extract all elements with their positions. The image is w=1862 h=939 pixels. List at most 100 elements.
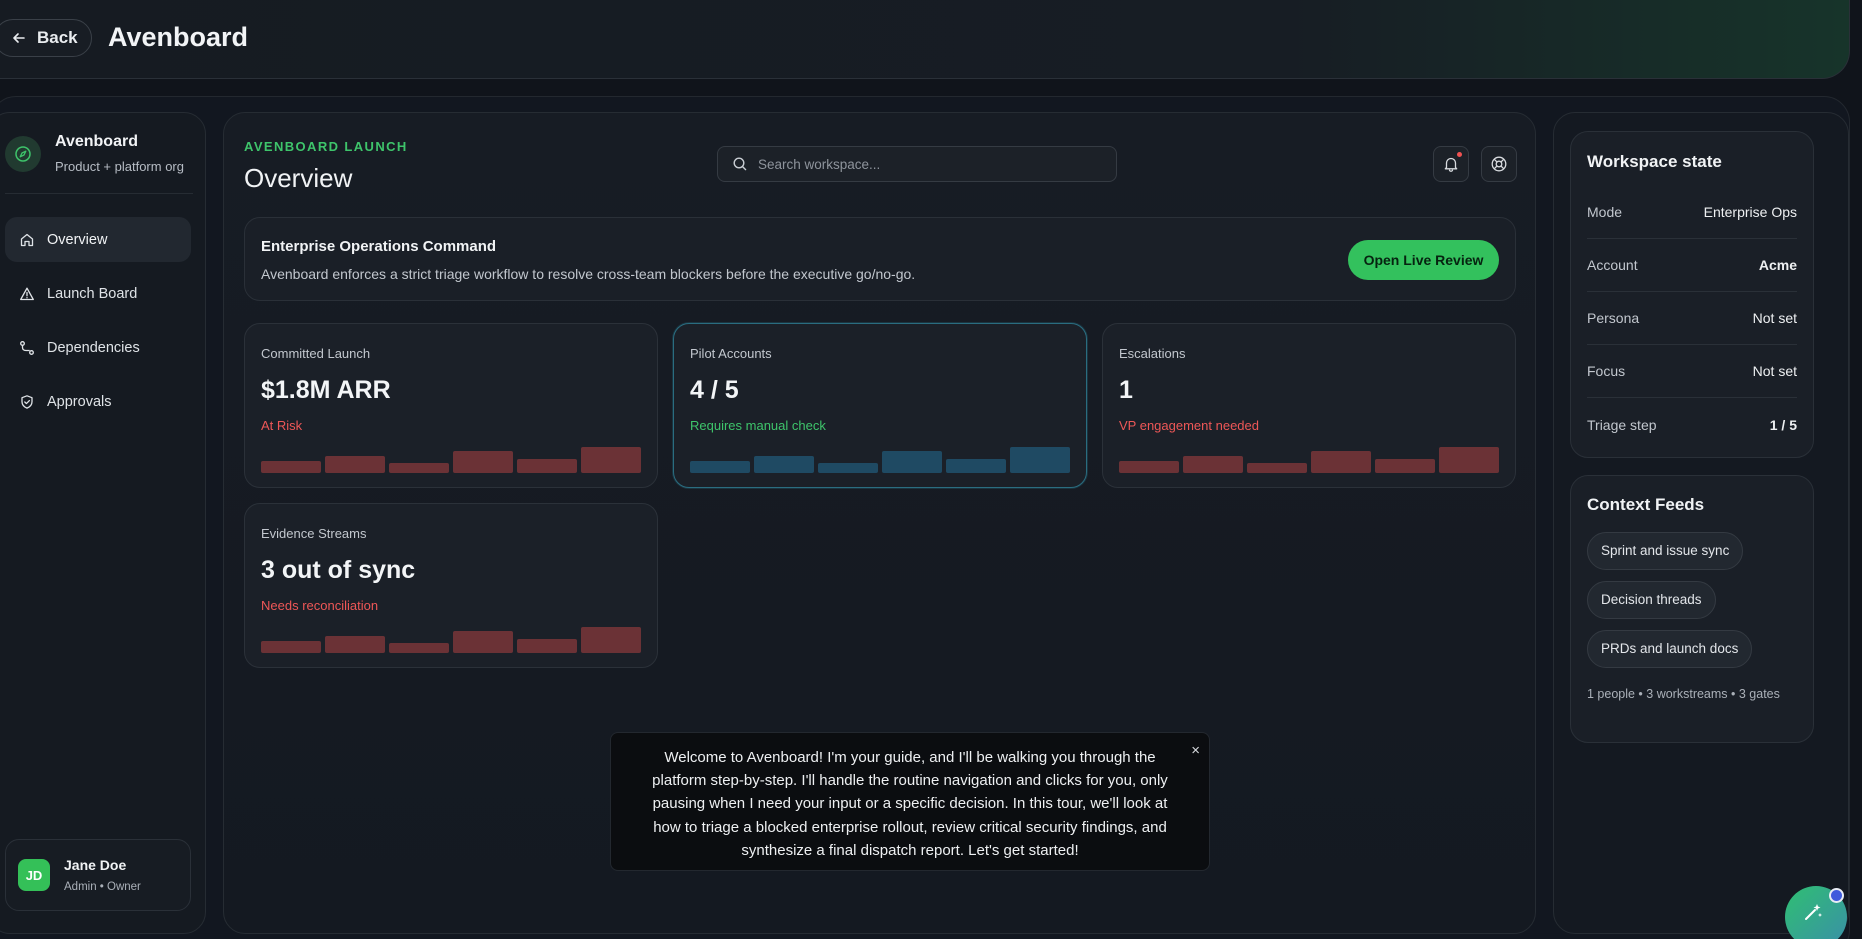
sidebar-item-overview[interactable]: Overview xyxy=(5,217,191,262)
card-value: $1.8M ARR xyxy=(261,376,391,404)
row-key: Triage step xyxy=(1587,416,1657,433)
context-feeds-title: Context Feeds xyxy=(1587,495,1705,514)
card-label: Pilot Accounts xyxy=(690,346,772,361)
sidebar-divider xyxy=(5,193,193,194)
row-key: Mode xyxy=(1587,204,1623,220)
back-button[interactable]: Back xyxy=(0,19,92,57)
command-banner: Enterprise Operations Command Avenboard … xyxy=(244,217,1516,301)
tooltip-text: Welcome to Avenboard! I'm your guide, an… xyxy=(652,749,1168,859)
user-card[interactable]: JD Jane Doe Admin • Owner xyxy=(5,839,191,911)
card-value: 1 xyxy=(1119,376,1133,404)
banner-title: Enterprise Operations Command xyxy=(261,238,497,255)
open-live-review-button[interactable]: Open Live Review xyxy=(1348,240,1499,280)
feed-chip[interactable]: Sprint and issue sync xyxy=(1587,532,1744,570)
sparkline-bar xyxy=(882,451,942,473)
metric-card-committed-launch[interactable]: Committed Launch $1.8M ARR At Risk xyxy=(244,323,658,488)
feed-chips: Sprint and issue sync Decision threads P… xyxy=(1587,532,1753,679)
sparkline xyxy=(261,447,641,473)
lifebuoy-icon xyxy=(1491,156,1507,172)
sidebar-item-label: Approvals xyxy=(47,393,112,410)
back-label: Back xyxy=(37,28,78,47)
sparkline-bar xyxy=(581,627,641,653)
card-label: Escalations xyxy=(1119,346,1186,361)
workspace-row-account: Account Acme xyxy=(1587,239,1797,292)
assistant-status-dot xyxy=(1829,888,1844,903)
user-role: Admin • Owner xyxy=(64,881,141,893)
sidebar-item-label: Dependencies xyxy=(47,339,140,356)
banner-description: Avenboard enforces a strict triage workf… xyxy=(261,266,916,282)
sparkle-wand-icon xyxy=(1805,904,1822,920)
org-switcher[interactable]: Avenboard Product + platform org xyxy=(5,133,184,174)
sparkline-bar xyxy=(517,458,577,473)
ai-assistant-button[interactable] xyxy=(1785,886,1847,939)
card-status: VP engagement needed xyxy=(1119,418,1259,433)
route-icon xyxy=(20,340,34,355)
sparkline-bar xyxy=(690,461,750,473)
sparkline-bar xyxy=(261,641,321,653)
sparkline-bar xyxy=(754,456,814,473)
sparkline-bar xyxy=(261,461,321,473)
page-eyebrow: AVENBOARD LAUNCH xyxy=(244,139,408,154)
workspace-state-title: Workspace state xyxy=(1587,152,1722,171)
row-value: Acme xyxy=(1758,257,1797,273)
sparkline-bar xyxy=(389,642,449,653)
card-value: 4 / 5 xyxy=(690,376,739,404)
sparkline-bar xyxy=(1375,458,1435,473)
sparkline-bar xyxy=(1183,456,1243,473)
sidebar-item-label: Launch Board xyxy=(47,285,138,302)
sparkline-bar xyxy=(1119,461,1179,473)
sparkline-bar xyxy=(946,458,1006,473)
sidebar-item-dependencies[interactable]: Dependencies xyxy=(5,325,191,370)
sparkline-bar xyxy=(581,447,641,473)
row-value: 1 / 5 xyxy=(1769,416,1797,433)
feeds-meta: 1 people • 3 workstreams • 3 gates xyxy=(1587,687,1780,701)
org-name: Avenboard xyxy=(55,133,138,150)
sidebar: Avenboard Product + platform org Overvie… xyxy=(0,112,206,934)
top-bar xyxy=(0,0,1850,79)
sparkline-bar xyxy=(818,462,878,473)
metric-card-evidence-streams[interactable]: Evidence Streams 3 out of sync Needs rec… xyxy=(244,503,658,668)
card-status: Requires manual check xyxy=(690,418,826,433)
shield-check-icon xyxy=(21,394,33,409)
search-input[interactable] xyxy=(758,156,1098,172)
row-key: Account xyxy=(1587,257,1638,273)
context-feeds-card: Context Feeds Sprint and issue sync Deci… xyxy=(1570,475,1814,743)
sparkline-bar xyxy=(1311,451,1371,473)
metric-card-pilot-accounts[interactable]: Pilot Accounts 4 / 5 Requires manual che… xyxy=(673,323,1087,488)
notification-dot xyxy=(1457,152,1462,157)
sidebar-item-launch-board[interactable]: Launch Board xyxy=(5,271,191,316)
avatar: JD xyxy=(18,859,50,891)
sidebar-nav: Overview Launch Board Dependencies Appro… xyxy=(5,217,191,433)
sidebar-item-label: Overview xyxy=(47,231,108,248)
workspace-state-card: Workspace state Mode Enterprise Ops Acco… xyxy=(1570,131,1814,458)
notifications-button[interactable] xyxy=(1433,146,1469,182)
sparkline-bar xyxy=(325,456,385,473)
close-icon[interactable]: × xyxy=(1191,739,1200,762)
row-key: Focus xyxy=(1587,363,1626,379)
sparkline xyxy=(261,627,641,653)
compass-icon xyxy=(5,136,41,172)
sparkline-bar xyxy=(325,636,385,653)
row-value: Not set xyxy=(1752,363,1797,379)
workspace-row-triage-step: Triage step 1 / 5 xyxy=(1587,398,1797,451)
guide-tooltip: Welcome to Avenboard! I'm your guide, an… xyxy=(610,732,1210,871)
workspace-state-rows: Mode Enterprise Ops Account Acme Persona… xyxy=(1587,186,1797,451)
card-label: Evidence Streams xyxy=(261,526,367,541)
workspace-row-mode: Mode Enterprise Ops xyxy=(1587,186,1797,239)
search-bar xyxy=(717,146,1117,182)
sparkline-bar xyxy=(1247,462,1307,473)
workspace-row-persona: Persona Not set xyxy=(1587,292,1797,345)
sparkline xyxy=(1119,447,1499,473)
metric-card-escalations[interactable]: Escalations 1 VP engagement needed xyxy=(1102,323,1516,488)
card-status: Needs reconciliation xyxy=(261,598,379,613)
search-icon xyxy=(733,157,747,171)
sparkline-bar xyxy=(389,462,449,473)
warning-triangle-icon xyxy=(20,287,34,300)
card-status: At Risk xyxy=(261,418,303,433)
help-button[interactable] xyxy=(1481,146,1517,182)
feed-chip[interactable]: Decision threads xyxy=(1587,581,1716,619)
feed-chip[interactable]: PRDs and launch docs xyxy=(1587,630,1753,668)
org-subtitle: Product + platform org xyxy=(55,159,184,174)
sparkline-bar xyxy=(517,638,577,653)
sidebar-item-approvals[interactable]: Approvals xyxy=(5,379,191,424)
